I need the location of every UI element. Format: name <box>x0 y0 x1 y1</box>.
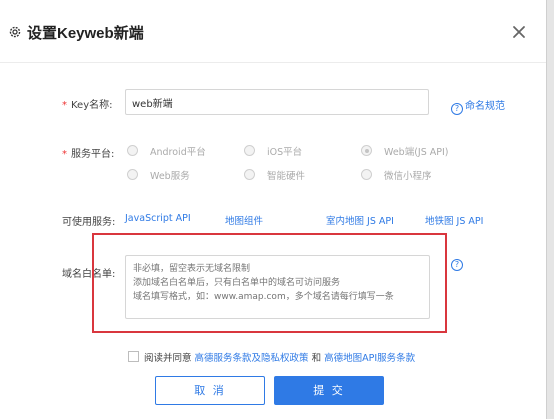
service-subway-map-api[interactable]: 地铁图 JS API <box>425 213 483 227</box>
radio-web-service[interactable]: Web服务 <box>127 168 190 182</box>
service-javascript-api[interactable]: JavaScript API <box>125 213 191 224</box>
cancel-button[interactable]: 取 消 <box>155 376 265 405</box>
radio-ios[interactable]: iOS平台 <box>244 144 302 158</box>
radio-web-js-api[interactable]: Web端(JS API) <box>361 144 449 158</box>
settings-dialog: 设置Keyweb新端 *Key名称: ?命名规范 *服务平台: Android平… <box>0 0 547 419</box>
key-name-label: * Key名称: <box>62 96 113 111</box>
service-map-component[interactable]: 地图组件 <box>225 213 263 227</box>
services-label: 可使用服务: <box>62 217 116 228</box>
required-mark: * <box>62 100 67 111</box>
whitelist-help-icon[interactable]: ? <box>451 259 463 271</box>
close-icon[interactable] <box>512 25 526 39</box>
radio-dot-selected <box>361 145 372 156</box>
agreement-checkbox[interactable] <box>128 351 139 362</box>
radio-label: Web服务 <box>150 171 190 182</box>
terms-privacy-link[interactable]: 高德服务条款及隐私权政策 <box>195 353 309 364</box>
map-api-terms-link[interactable]: 高德地图API服务条款 <box>324 353 415 364</box>
platform-label: * 服务平台: <box>62 145 114 160</box>
radio-label: Web端(JS API) <box>384 147 449 158</box>
radio-dot <box>127 145 138 156</box>
whitelist-label: 域名白名单: <box>62 269 116 280</box>
naming-rules-link[interactable]: ? 命名规范 <box>451 97 505 115</box>
radio-dot <box>244 169 255 180</box>
radio-label: Android平台 <box>150 147 206 158</box>
service-indoor-map-api[interactable]: 室内地图 JS API <box>326 213 394 227</box>
domain-whitelist-textarea[interactable] <box>125 255 430 319</box>
naming-rules-text: 命名规范 <box>465 101 505 112</box>
help-circle-icon: ? <box>451 103 463 115</box>
dialog-title: 设置Keyweb新端 <box>27 25 144 42</box>
agreement-row: 阅读并同意 高德服务条款及隐私权政策 和 高德地图API服务条款 <box>128 350 415 364</box>
radio-android[interactable]: Android平台 <box>127 144 206 158</box>
agreement-prefix: 阅读并同意 <box>144 353 192 364</box>
required-mark: * <box>62 149 67 160</box>
key-name-input[interactable] <box>125 89 429 115</box>
gear-icon <box>9 26 21 38</box>
radio-label: 智能硬件 <box>267 171 306 182</box>
radio-dot <box>361 169 372 180</box>
radio-wechat-miniprogram[interactable]: 微信小程序 <box>361 168 432 182</box>
radio-dot <box>244 145 255 156</box>
radio-label: 微信小程序 <box>384 171 432 182</box>
platform-label-text: 服务平台: <box>71 149 115 160</box>
dialog-header: 设置Keyweb新端 <box>0 0 546 63</box>
radio-dot <box>127 169 138 180</box>
key-name-label-text: Key名称: <box>71 100 113 111</box>
submit-button[interactable]: 提 交 <box>274 376 384 405</box>
radio-smart-hardware[interactable]: 智能硬件 <box>244 168 305 182</box>
agreement-and: 和 <box>311 353 322 364</box>
radio-label: iOS平台 <box>267 147 303 158</box>
